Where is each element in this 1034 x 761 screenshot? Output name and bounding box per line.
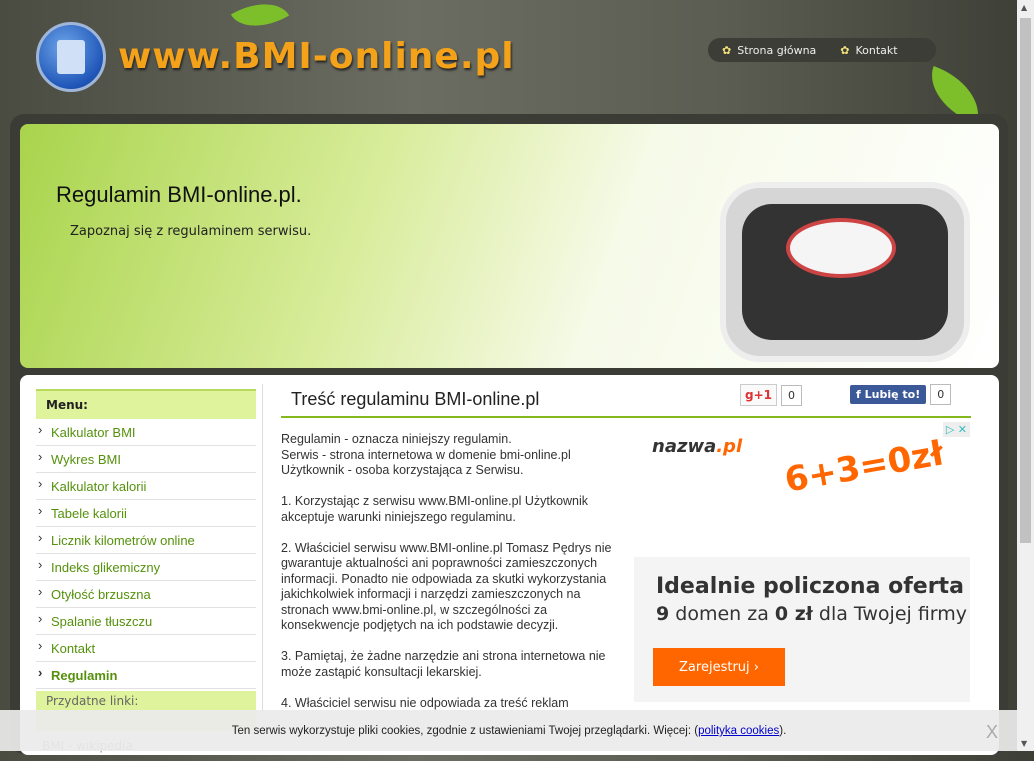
scroll-down-icon[interactable]: ▼ xyxy=(1021,739,1027,748)
sidebar-item-active[interactable]: Regulamin xyxy=(36,662,256,689)
ad-subline: 9 domen za 0 zł dla Twojej firmy xyxy=(656,603,967,625)
site-logo[interactable]: www.BMI-online.pl xyxy=(118,36,515,77)
gplus-button[interactable]: g+1 xyxy=(740,384,777,406)
terms-body: Regulamin - oznacza niniejszy regulamin.… xyxy=(281,432,621,727)
sidebar-item[interactable]: Otyłość brzuszna xyxy=(36,581,256,608)
adchoices-close-icon[interactable]: ▷ ✕ xyxy=(942,422,970,437)
ad-sub-part: 9 xyxy=(656,603,670,625)
scrollbar[interactable]: ▲ ▼ xyxy=(1017,0,1034,751)
nav-home[interactable]: ✿ Strona główna xyxy=(722,44,816,57)
header: www.BMI-online.pl ✿ Strona główna ✿ Kontak… xyxy=(0,0,1018,125)
facebook-widget: f Lubię to! 0 xyxy=(850,384,952,405)
facebook-count: 0 xyxy=(930,384,952,405)
fb-label: Lubię to! xyxy=(864,388,921,401)
ad-brand-logo: nazwa.pl xyxy=(652,436,742,457)
cookie-bar: Ten serwis wykorzystuje pliki cookies, z… xyxy=(0,710,1018,751)
banner: Regulamin BMI-online.pl. Zapoznaj się z … xyxy=(20,124,999,368)
banner-subtitle: Zapoznaj się z regulaminem serwisu. xyxy=(70,224,312,239)
ad-register-button[interactable]: Zarejestruj › xyxy=(653,648,785,686)
advertisement[interactable]: ▷ ✕ nazwa.pl 6+3=0zł Idealnie policzona … xyxy=(634,422,970,702)
gplus-count: 0 xyxy=(781,384,802,406)
ad-artwork: 6+3=0zł xyxy=(781,433,947,501)
calculator-logo-icon[interactable] xyxy=(36,22,106,92)
gplus-widget: g+1 0 xyxy=(740,384,802,406)
top-nav: ✿ Strona główna ✿ Kontakt xyxy=(708,38,936,62)
flower-icon: ✿ xyxy=(840,43,850,57)
divider xyxy=(262,384,263,714)
nav-label: Strona główna xyxy=(737,43,817,57)
terms-paragraph: 3. Pamiętaj, że żadne narzędzie ani stro… xyxy=(281,649,606,679)
ad-sub-part: domen za xyxy=(669,603,775,625)
sidebar-item[interactable]: Spalanie tłuszczu xyxy=(36,608,256,635)
terms-paragraph: 4. Właściciel serwisu nie odpowiada za t… xyxy=(281,695,569,710)
ad-sub-part: 0 zł xyxy=(774,603,813,625)
ad-brand: nazwa xyxy=(652,436,717,457)
banner-title: Regulamin BMI-online.pl. xyxy=(56,182,302,207)
terms-paragraph: 1. Korzystając z serwisu www.BMI-online.… xyxy=(281,494,589,524)
scale-image xyxy=(720,182,970,362)
scroll-up-icon[interactable]: ▲ xyxy=(1021,3,1027,12)
ad-brand-tld: .pl xyxy=(716,436,743,457)
leaf-decoration xyxy=(230,0,290,41)
cookie-text-end: ). xyxy=(779,725,787,737)
cookie-close-button[interactable]: X xyxy=(986,722,998,743)
cookie-policy-link[interactable]: polityka cookies xyxy=(698,725,779,737)
terms-paragraph: Regulamin - oznacza niniejszy regulamin.… xyxy=(281,432,571,477)
sidebar-item[interactable]: Kalkulator BMI xyxy=(36,419,256,446)
sidebar-item[interactable]: Kalkulator kalorii xyxy=(36,473,256,500)
flower-icon: ✿ xyxy=(722,43,732,57)
sidebar-item[interactable]: Tabele kalorii xyxy=(36,500,256,527)
sidebar: Menu: Kalkulator BMI Wykres BMI Kalkulat… xyxy=(36,389,256,761)
nav-contact[interactable]: ✿ Kontakt xyxy=(840,44,897,57)
sidebar-item[interactable]: Wykres BMI xyxy=(36,446,256,473)
ad-sub-part: dla Twojej firmy xyxy=(812,603,968,625)
terms-paragraph: 2. Właściciel serwisu www.BMI-online.pl … xyxy=(281,540,612,633)
scrollbar-thumb[interactable] xyxy=(1020,18,1031,543)
cookie-text: Ten serwis wykorzystuje pliki cookies, z… xyxy=(231,725,699,737)
sidebar-item[interactable]: Indeks glikemiczny xyxy=(36,554,256,581)
ad-headline: Idealnie policzona oferta xyxy=(656,574,964,599)
nav-label: Kontakt xyxy=(855,43,898,57)
facebook-icon: f xyxy=(856,388,865,401)
sidebar-item[interactable]: Licznik kilometrów online xyxy=(36,527,256,554)
sidebar-item[interactable]: Kontakt xyxy=(36,635,256,662)
menu-title: Menu: xyxy=(36,389,256,419)
facebook-like-button[interactable]: f Lubię to! xyxy=(850,385,927,404)
